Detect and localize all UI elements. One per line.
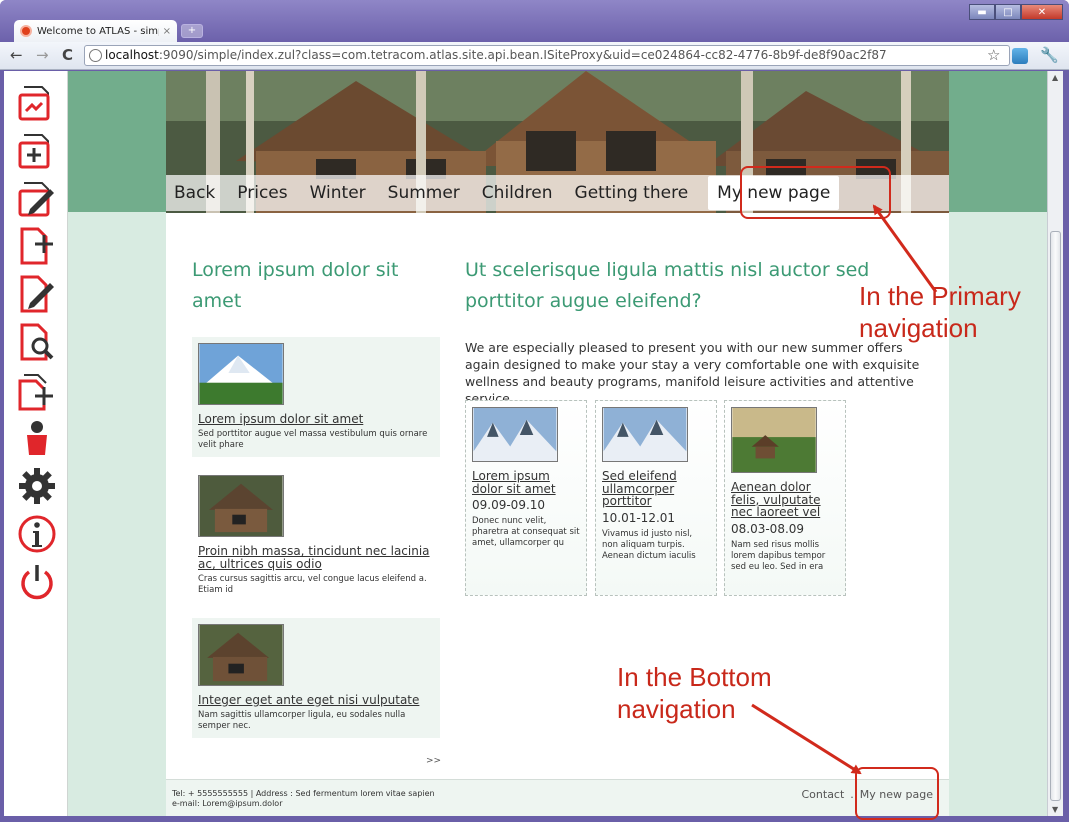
- primary-arrow: [872, 204, 938, 293]
- annotation-arrows: [751, 204, 938, 775]
- bottom-arrow: [751, 703, 862, 775]
- browser-window: Welcome to ATLAS - simpl × + ▬ □ ✕ ← → C…: [0, 0, 1069, 822]
